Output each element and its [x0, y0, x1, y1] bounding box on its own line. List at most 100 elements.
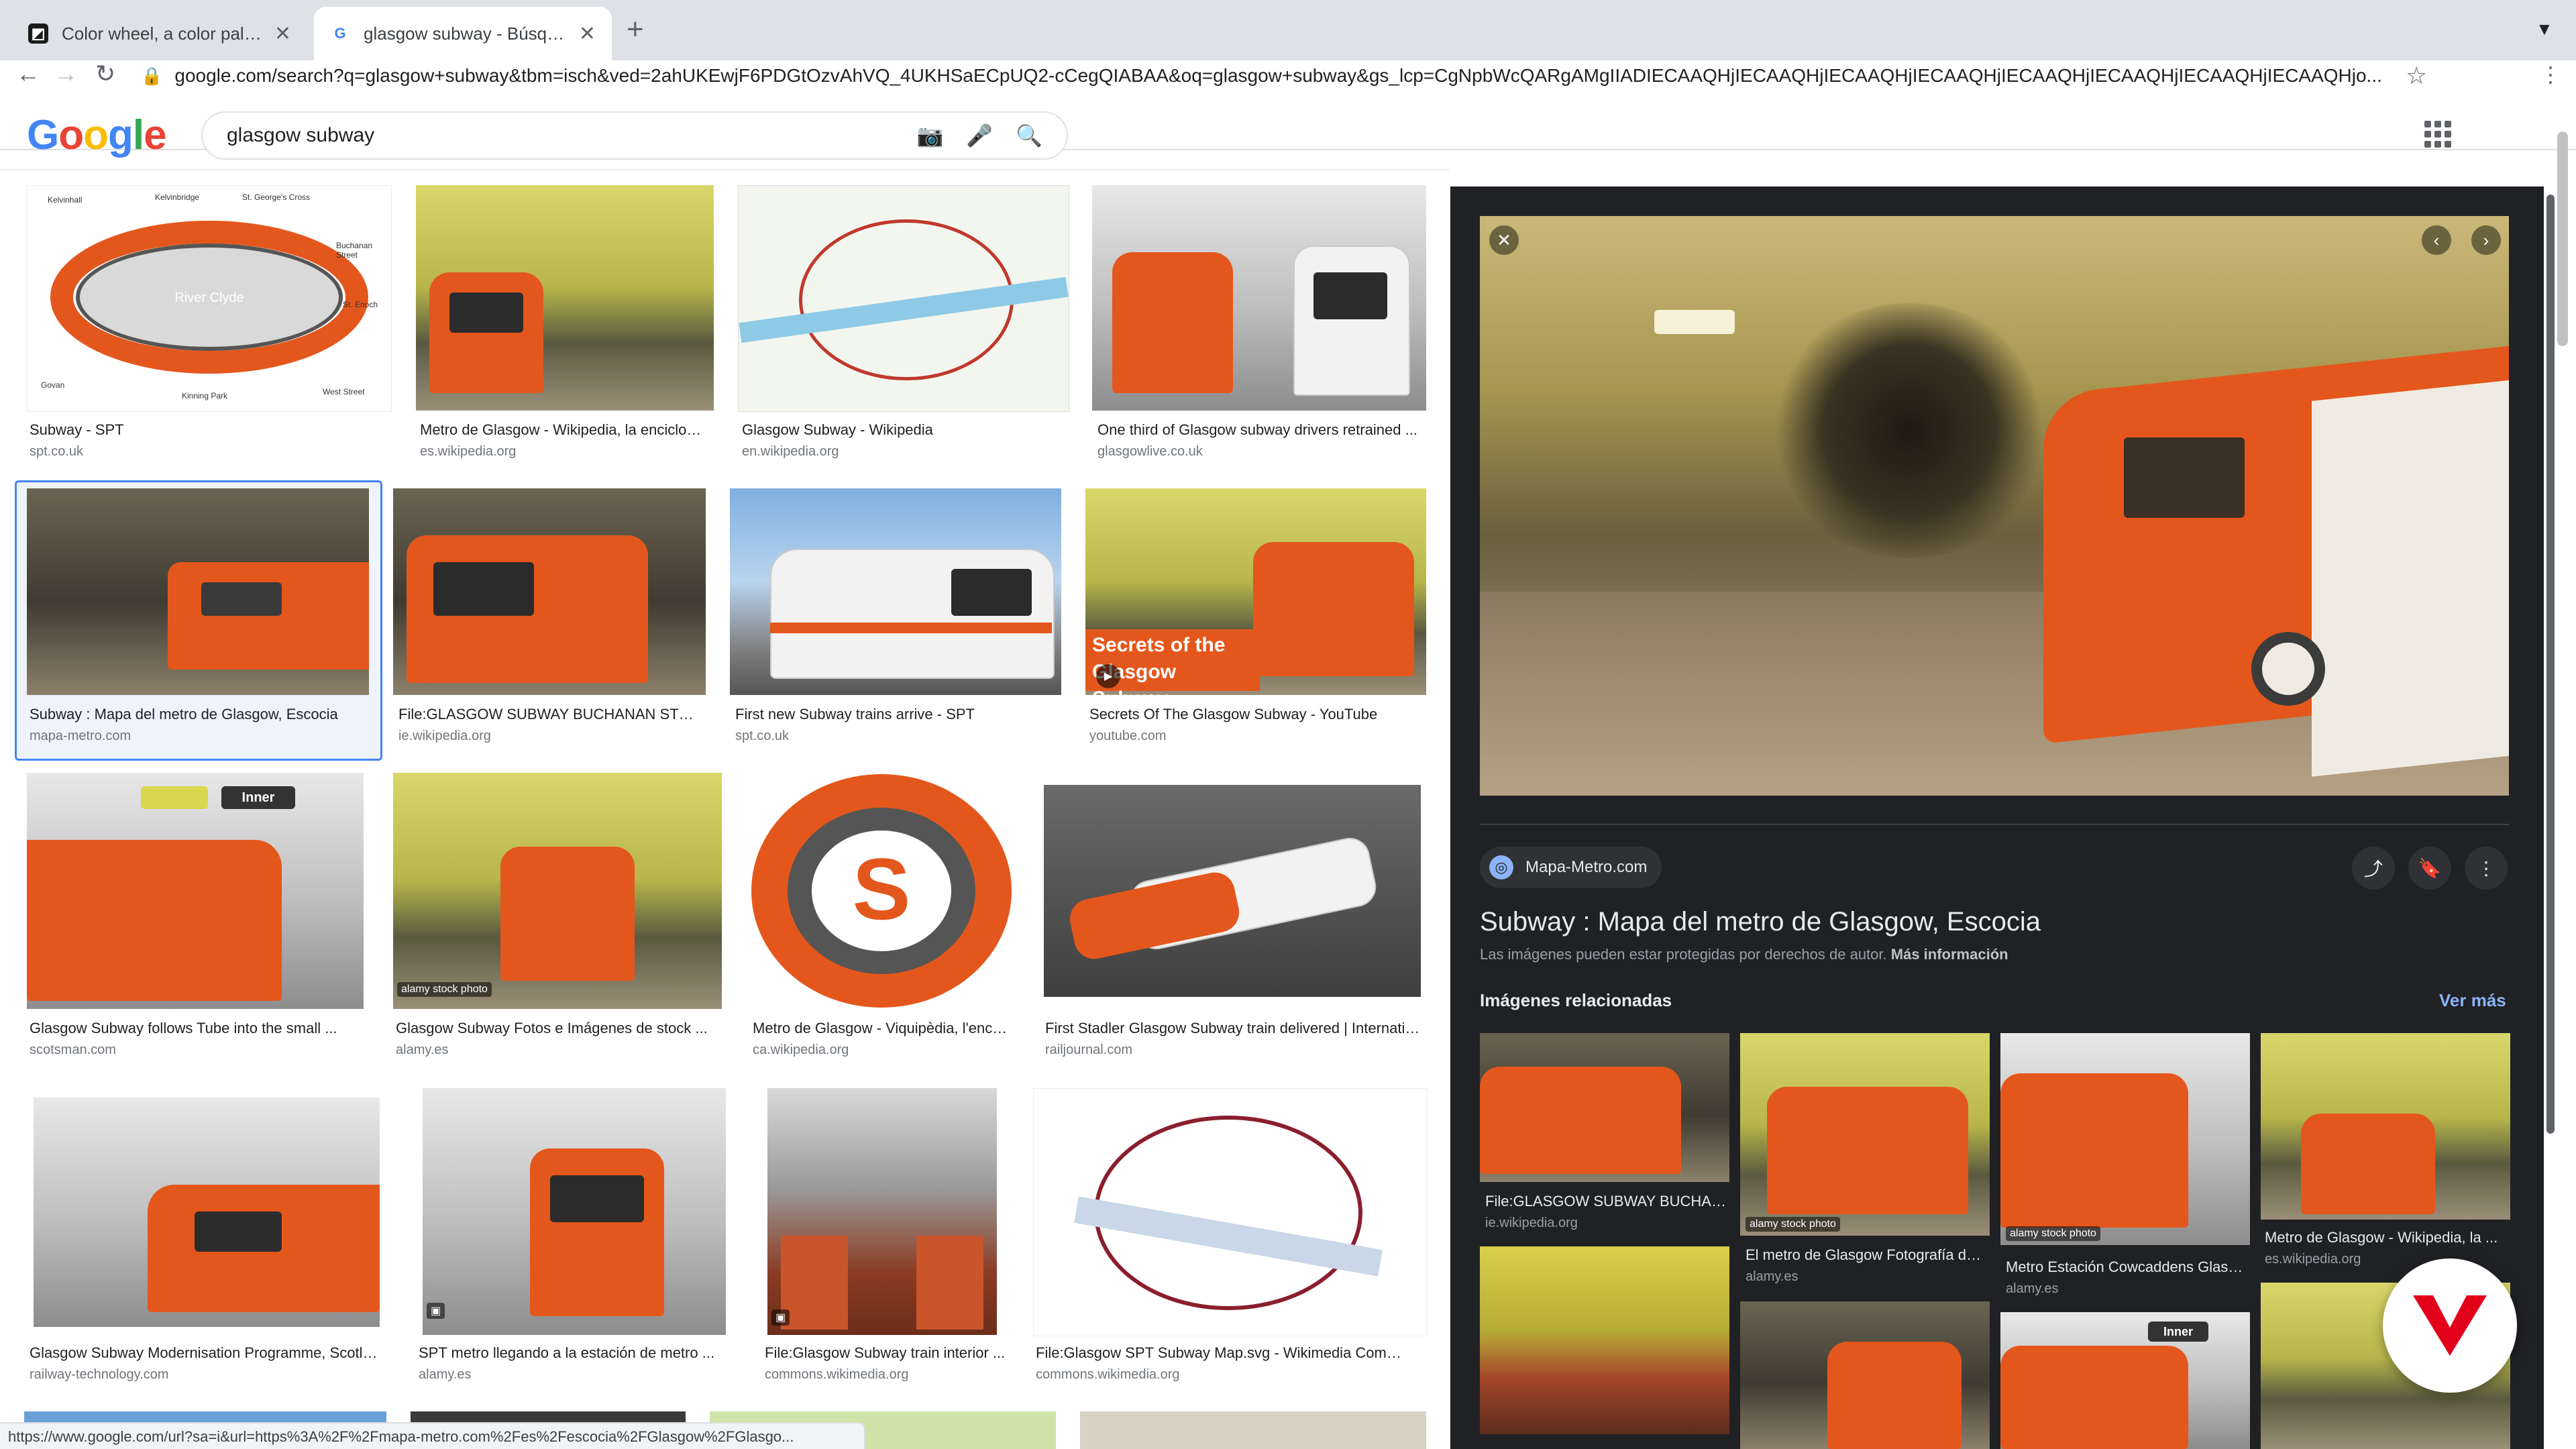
result-caption[interactable]: File:Glasgow SPT Subway Map.svg - Wikime… [1036, 1344, 1411, 1362]
adobe-color-icon: ◩ [28, 23, 48, 44]
share-icon[interactable]: ⤴ [2352, 847, 2395, 890]
tab-search-icon[interactable]: ▼ [2536, 19, 2553, 40]
result-caption[interactable]: Glasgow Subway follows Tube into the sma… [30, 1020, 358, 1037]
result-source: spt.co.uk [30, 444, 84, 459]
browser-menu-icon[interactable]: ⋮ [2540, 62, 2561, 87]
result-image-buchanan[interactable] [393, 488, 706, 695]
result-caption[interactable]: Subway : Mapa del metro de Glasgow, Esco… [30, 706, 372, 723]
result-caption[interactable]: One third of Glasgow subway drivers retr… [1097, 421, 1419, 439]
panel-divider [1480, 824, 2509, 825]
result-source: alamy.es [419, 1367, 472, 1382]
logo-letter: o [58, 112, 84, 158]
see-more-link[interactable]: Ver más [2439, 990, 2506, 1011]
result-caption[interactable]: Glasgow Subway - Wikipedia [742, 421, 1064, 439]
previous-image-icon[interactable]: ‹ [2422, 225, 2451, 255]
search-icon[interactable]: 🔍 [1016, 123, 1042, 148]
result-image-glasgowlive[interactable] [1092, 185, 1426, 411]
result-image-interior[interactable]: ▣ [767, 1088, 997, 1335]
result-image-scotsman[interactable]: Inner [27, 773, 364, 1009]
result-caption[interactable]: Subway - SPT [30, 421, 392, 439]
result-caption[interactable]: Metro de Glasgow - Wikipedia, la enciclo… [420, 421, 702, 439]
source-site-chip[interactable]: ◎ Mapa-Metro.com [1480, 847, 1662, 888]
close-preview-icon[interactable]: ✕ [1489, 225, 1519, 255]
result-source: ca.wikipedia.org [753, 1042, 849, 1057]
related-source: es.wikipedia.org [2265, 1252, 2361, 1267]
result-caption[interactable]: File:Glasgow Subway train interior ... [765, 1344, 1046, 1362]
bookmark-star-icon[interactable]: ☆ [2406, 62, 2427, 90]
result-source: railway-technology.com [30, 1367, 169, 1382]
tab-color-wheel[interactable]: ◩ Color wheel, a color palette generator… [12, 7, 307, 60]
result-image-new-trains[interactable] [730, 488, 1061, 695]
related-image[interactable]: alamy stock photo [1740, 1033, 1990, 1236]
result-image-metro-wikipedia[interactable] [416, 185, 714, 411]
microphone-icon[interactable]: 🎤 [966, 123, 993, 148]
result-image-spt-map[interactable]: River Clyde Kelvinhall Kelvinbridge St. … [27, 185, 392, 412]
result-image-alamy-2[interactable]: ▣ [423, 1088, 726, 1335]
close-tab-icon[interactable]: ✕ [579, 22, 596, 46]
related-caption[interactable]: Metro de Glasgow - Wikipedia, la ... [2265, 1229, 2506, 1246]
result-image-youtube[interactable]: Secrets of the Glasgow Subway ▶ [1085, 488, 1426, 695]
result-image-mapa-metro[interactable] [27, 488, 369, 695]
panel-title[interactable]: Subway : Mapa del metro de Glasgow, Esco… [1480, 907, 2041, 937]
search-box[interactable]: glasgow subway 📷 🎤 🔍 [201, 111, 1068, 160]
related-caption[interactable]: File:GLASGOW SUBWAY BUCHANAN ... [1485, 1193, 1727, 1210]
floating-app-button[interactable] [2383, 1258, 2517, 1393]
close-tab-icon[interactable]: ✕ [274, 22, 291, 46]
result-image-stadler[interactable] [1044, 785, 1421, 997]
back-arrow-icon[interactable]: ← [16, 60, 40, 87]
page-scrollbar[interactable] [2557, 131, 2568, 346]
preview-image[interactable]: ✕ ‹ › [1480, 216, 2509, 796]
result-image-commons-map[interactable] [1033, 1088, 1428, 1336]
result-caption[interactable]: Glasgow Subway Fotos e Imágenes de stock… [396, 1020, 718, 1037]
stock-photo-badge: ▣ [771, 1309, 790, 1326]
google-g-icon: G [330, 23, 350, 44]
address-bar[interactable]: 🔒 google.com/search?q=glasgow+subway&tbm… [141, 60, 2449, 91]
panel-scrollbar[interactable] [2546, 195, 2555, 1134]
related-image[interactable] [1740, 1301, 1990, 1449]
reload-icon[interactable]: ↻ [95, 60, 115, 87]
related-image[interactable] [1480, 1246, 1729, 1434]
new-tab-button[interactable]: + [627, 15, 644, 44]
result-image-subway-logo[interactable]: S [749, 773, 1014, 1009]
result-caption[interactable]: First new Subway trains arrive - SPT [735, 706, 1057, 723]
result-caption[interactable]: Metro de Glasgow - Viquipèdia, l'enciclo… [753, 1020, 1008, 1037]
result-source: spt.co.uk [735, 729, 790, 743]
result-caption[interactable]: SPT metro llegando a la estación de metr… [419, 1344, 727, 1362]
result-image-alamy-1[interactable]: alamy stock photo [393, 773, 722, 1009]
tab-google-search[interactable]: G glasgow subway - Búsqueda de Google ✕ [314, 7, 612, 60]
related-image[interactable]: Inner [2000, 1312, 2250, 1449]
search-input[interactable]: glasgow subway [227, 124, 894, 147]
result-source: ie.wikipedia.org [398, 729, 491, 743]
inner-badge: Inner [221, 786, 295, 809]
video-title-overlay: Secrets of the Glasgow Subway [1092, 634, 1226, 695]
stock-photo-badge: alamy stock photo [397, 982, 492, 997]
related-image[interactable] [1480, 1033, 1729, 1182]
result-caption[interactable]: File:GLASGOW SUBWAY BUCHANAN STREET ... [398, 706, 700, 723]
related-caption[interactable]: El metro de Glasgow Fotografía de stock … [1746, 1246, 1987, 1264]
result-image-modernisation[interactable] [34, 1097, 380, 1327]
next-image-icon[interactable]: › [2471, 225, 2501, 255]
more-info-link[interactable]: Más información [1891, 946, 2008, 963]
map-river-label: River Clyde [174, 290, 244, 305]
related-image[interactable] [2261, 1033, 2510, 1220]
forward-arrow-icon[interactable]: → [54, 60, 78, 87]
stock-photo-badge: alamy stock photo [2006, 1226, 2100, 1241]
google-logo[interactable]: Google [27, 111, 167, 159]
result-image-wikipedia-map[interactable] [738, 185, 1069, 412]
result-caption[interactable]: First Stadler Glasgow Subway train deliv… [1045, 1020, 1421, 1037]
save-bookmark-icon[interactable]: 🔖 [2408, 847, 2451, 890]
google-apps-icon[interactable] [2424, 121, 2451, 148]
play-icon: ▶ [1096, 664, 1120, 688]
result-image-partial[interactable] [1080, 1411, 1426, 1449]
related-source: ie.wikipedia.org [1485, 1216, 1578, 1230]
related-caption[interactable]: Metro Estación Cowcaddens Glasgow ... [2006, 1258, 2247, 1276]
camera-icon[interactable]: 📷 [916, 123, 943, 148]
related-image[interactable]: alamy stock photo [2000, 1033, 2250, 1245]
lock-icon: 🔒 [141, 65, 163, 86]
more-options-icon[interactable]: ⋮ [2465, 847, 2508, 890]
result-caption[interactable]: Glasgow Subway Modernisation Programme, … [30, 1344, 385, 1362]
copyright-notice: Las imágenes pueden estar protegidas por… [1480, 946, 2008, 963]
logo-s-letter: S [852, 840, 911, 938]
related-images-heading: Imágenes relacionadas [1480, 990, 1672, 1010]
result-caption[interactable]: Secrets Of The Glasgow Subway - YouTube [1089, 706, 1411, 723]
